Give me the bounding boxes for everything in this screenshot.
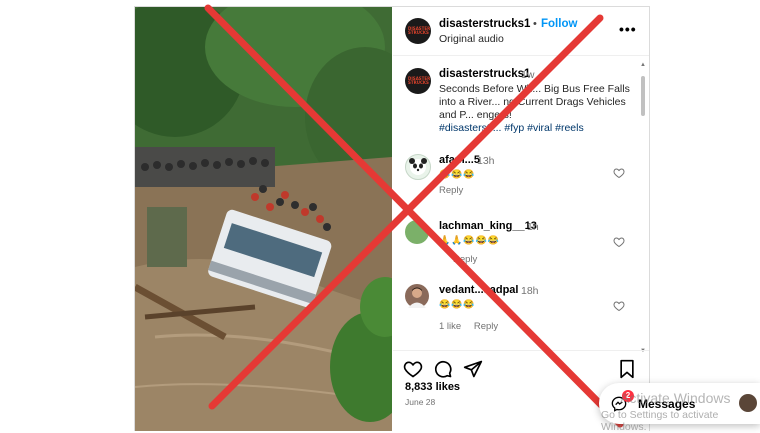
comment-icon[interactable] [433,359,453,379]
caption-text: Seconds Before Wh... Big Bus Free Falls … [439,83,630,121]
instagram-post: DISASTER STRUCKS disasterstrucks1 • Foll… [134,6,650,431]
author-avatar[interactable]: DISASTER STRUCKS [405,18,431,44]
comment-item: lachman_king__13 1h 🙏🙏😂😂😂 Reply [393,220,649,280]
post-header: DISASTER STRUCKS disasterstrucks1 • Foll… [393,7,649,56]
separator-dot: • [533,18,537,30]
follow-button[interactable]: Follow [541,18,577,30]
flood-bus-image [135,7,392,431]
post-date: June 28 [405,397,436,407]
post-side-panel: DISASTER STRUCKS disasterstrucks1 • Foll… [393,7,649,431]
heart-icon[interactable] [403,359,423,379]
caption-username[interactable]: disasterstrucks1 [439,68,530,80]
avatar-logo-text: DISASTER STRUCKS [408,26,431,35]
reply-button[interactable]: Reply [453,254,477,265]
comment-item: afam...5 13h 😂😂😂 Reply [393,154,649,214]
commenter-avatar[interactable] [405,284,429,308]
commenter-avatar[interactable] [405,154,431,180]
comment-age: 1h [527,221,539,233]
comment-meta: 1 like Reply [439,321,508,332]
comment-text: 😂😂😂 [439,169,476,179]
comment-age: 13h [477,155,495,167]
commenter-avatar[interactable] [405,220,429,244]
audio-label[interactable]: Original audio [439,33,504,45]
reply-button[interactable]: Reply [439,185,463,196]
scroll-up-icon[interactable]: ▲ [640,62,646,68]
caption-age: 1w [521,69,535,81]
comment-item: vedant...sadpal 18h 😂😂😂 1 like Reply [393,284,649,344]
bookmark-icon[interactable] [617,359,637,379]
caption-hashtags[interactable]: #disasterstr... #fyp #viral #reels [439,122,584,134]
comment-text: 🙏🙏😂😂😂 [439,235,501,245]
caption-avatar-logo-text: DISASTER STRUCKS [408,76,431,85]
like-count[interactable]: 1 like [439,321,461,332]
comment-meta: Reply [453,254,487,265]
comment-age: 18h [521,285,539,297]
activation-watermark-subtitle: Go to Settings to activate Windows. [601,409,719,433]
caption-avatar[interactable]: DISASTER STRUCKS [405,68,431,94]
comment-meta: Reply [439,185,473,196]
comment-username[interactable]: vedant...sadpal [439,284,518,296]
action-bar [393,350,649,385]
comments-scrollbar[interactable]: ▲ ▼ [640,62,646,354]
comment-username[interactable]: lachman_king__13 [439,220,537,232]
share-icon[interactable] [463,359,483,379]
scrollbar-thumb[interactable] [641,76,645,116]
reel-video-frame[interactable] [135,7,392,431]
comment-text: 😂😂😂 [439,299,476,309]
more-horizontal-icon[interactable]: ••• [619,21,637,37]
activation-watermark-title: Activate Windows [620,390,731,406]
comments-scroll-area[interactable]: DISASTER STRUCKS disasterstrucks1 1w Sec… [393,56,649,346]
heart-icon[interactable] [613,236,625,248]
likes-count[interactable]: 8,833 likes [405,381,460,393]
comment-username[interactable]: afam...5 [439,154,480,166]
heart-icon[interactable] [613,300,625,312]
author-username[interactable]: disasterstrucks1 [439,18,530,30]
heart-icon[interactable] [613,167,625,179]
reply-button[interactable]: Reply [474,321,498,332]
